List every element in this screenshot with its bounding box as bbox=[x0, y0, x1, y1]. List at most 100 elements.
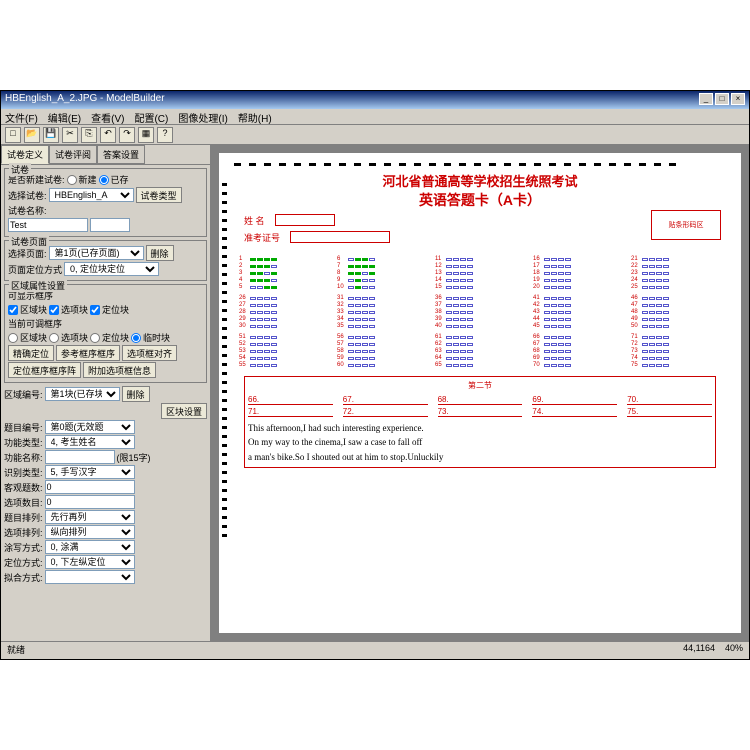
sheet-title: 河北省普通高等学校招生统照考试 bbox=[234, 171, 726, 190]
tool-undo-icon[interactable]: ↶ bbox=[100, 127, 116, 143]
select-q-arr[interactable]: 先行再列 bbox=[45, 510, 135, 524]
menu-config[interactable]: 配置(C) bbox=[134, 110, 168, 123]
exam-type-button[interactable]: 试卷类型 bbox=[136, 187, 182, 203]
rb-option[interactable] bbox=[49, 333, 59, 343]
menubar: 文件(F) 编辑(E) 查看(V) 配置(C) 图像处理(I) 帮助(H) bbox=[1, 109, 749, 125]
tool-fit-icon[interactable]: ▦ bbox=[138, 127, 154, 143]
tab-answer[interactable]: 答案设置 bbox=[97, 145, 145, 164]
group-page-title: 试卷页面 bbox=[9, 235, 49, 248]
tool-help-icon[interactable]: ? bbox=[157, 127, 173, 143]
sheet-subtitle: 英语答题卡（A卡） bbox=[234, 190, 726, 210]
label-select-exam: 选择试卷: bbox=[8, 189, 47, 202]
select-exam[interactable]: HBEnglish_A bbox=[49, 188, 134, 202]
select-smear[interactable]: 0, 涂满 bbox=[45, 540, 135, 554]
statusbar: 就绪 44,1164 40% bbox=[1, 641, 749, 657]
tool-cut-icon[interactable]: ✂ bbox=[62, 127, 78, 143]
tab-review[interactable]: 试卷评阅 bbox=[49, 145, 97, 164]
menu-file[interactable]: 文件(F) bbox=[5, 110, 38, 123]
preview-area[interactable]: 河北省普通高等学校招生统照考试 英语答题卡（A卡） 贴条形码区 姓 名 准考证号… bbox=[211, 145, 749, 641]
cb-region[interactable] bbox=[8, 305, 18, 315]
select-loc-mode[interactable]: 0, 下左纵定位 bbox=[45, 555, 135, 569]
label-opt-n: 选项数目: bbox=[4, 496, 43, 509]
label-smear: 涂写方式: bbox=[4, 541, 43, 554]
extra-option-button[interactable]: 附加选项框信息 bbox=[83, 362, 156, 378]
label-name: 姓 名 bbox=[244, 214, 265, 227]
select-block[interactable]: 第1块(已存块 bbox=[45, 387, 120, 401]
rb-locate[interactable] bbox=[90, 333, 100, 343]
essay-text: This afternoon,I had such interesting ex… bbox=[248, 421, 712, 464]
status-coords: 44,1164 bbox=[683, 643, 715, 653]
align-option-button[interactable]: 选项框对齐 bbox=[122, 345, 177, 361]
select-func-type[interactable]: 4, 考生姓名 bbox=[45, 435, 135, 449]
menu-help[interactable]: 帮助(H) bbox=[238, 110, 272, 123]
label-func-name: 功能名称: bbox=[4, 451, 43, 464]
tool-new-icon[interactable]: □ bbox=[5, 127, 21, 143]
minimize-button[interactable]: _ bbox=[699, 93, 713, 105]
label-page-locate: 页面定位方式 bbox=[8, 263, 62, 276]
label-obj-q: 客观题数: bbox=[4, 481, 43, 494]
menu-edit[interactable]: 编辑(E) bbox=[48, 110, 81, 123]
select-locate[interactable]: 0, 定位块定位 bbox=[64, 262, 159, 276]
precise-locate-button[interactable]: 精确定位 bbox=[8, 345, 54, 361]
cb-locate[interactable] bbox=[90, 305, 100, 315]
block-config-button[interactable]: 区块设置 bbox=[161, 403, 207, 419]
rb-temp[interactable] bbox=[131, 333, 141, 343]
timing-marks-left bbox=[222, 183, 227, 537]
cb-option[interactable] bbox=[49, 305, 59, 315]
window-title: HBEnglish_A_2.JPG - ModelBuilder bbox=[5, 93, 165, 107]
timing-marks-top bbox=[234, 163, 726, 166]
delete-page-button[interactable]: 删除 bbox=[146, 245, 174, 261]
radio-new[interactable] bbox=[67, 175, 77, 185]
rb-region[interactable] bbox=[8, 333, 18, 343]
group-region-title: 区域属性设置 bbox=[9, 279, 67, 292]
answer-sheet: 河北省普通高等学校招生统照考试 英语答题卡（A卡） 贴条形码区 姓 名 准考证号… bbox=[219, 153, 741, 633]
label-exam-no: 准考证号 bbox=[244, 231, 280, 244]
select-question[interactable]: 第0题(无效题 bbox=[45, 420, 135, 434]
examno-field bbox=[290, 231, 390, 243]
opt-n-input[interactable] bbox=[45, 495, 135, 509]
label-block-num: 区域编号: bbox=[4, 388, 43, 401]
close-button[interactable]: × bbox=[731, 93, 745, 105]
tool-save-icon[interactable]: 💾 bbox=[43, 127, 59, 143]
radio-saved[interactable] bbox=[99, 175, 109, 185]
exam-suffix-input[interactable] bbox=[90, 218, 130, 232]
group-exam-title: 试卷 bbox=[9, 163, 31, 176]
maximize-button[interactable]: □ bbox=[715, 93, 729, 105]
select-page[interactable]: 第1页(已存页面) bbox=[49, 246, 144, 260]
toolbar: □ 📂 💾 ✂ ⎘ ↶ ↷ ▦ ? bbox=[1, 125, 749, 145]
label-loc-mode: 定位方式: bbox=[4, 556, 43, 569]
obj-q-input[interactable] bbox=[45, 480, 135, 494]
locate-matrix-button[interactable]: 定位框序框序阵 bbox=[8, 362, 81, 378]
delete-block-button[interactable]: 删除 bbox=[122, 386, 150, 402]
status-ready: 就绪 bbox=[7, 643, 25, 656]
ref-frame-button[interactable]: 参考框序框序 bbox=[56, 345, 120, 361]
status-zoom: 40% bbox=[725, 643, 743, 653]
titlebar: HBEnglish_A_2.JPG - ModelBuilder _ □ × bbox=[1, 91, 749, 109]
select-opt-arr[interactable]: 纵向排列 bbox=[45, 525, 135, 539]
blank-numbers: 66.67.68.69.70.71.72.73.74.75. bbox=[248, 395, 712, 417]
label-exam-name: 试卷名称: bbox=[8, 204, 47, 217]
label-fit-mode: 拟合方式: bbox=[4, 571, 43, 584]
tab-define[interactable]: 试卷定义 bbox=[1, 145, 49, 164]
select-fit-mode[interactable] bbox=[45, 570, 135, 584]
menu-view[interactable]: 查看(V) bbox=[91, 110, 124, 123]
select-rec-type[interactable]: 5, 手写汉字 bbox=[45, 465, 135, 479]
exam-name-input[interactable] bbox=[8, 218, 88, 232]
barcode-area: 贴条形码区 bbox=[651, 210, 721, 240]
tool-open-icon[interactable]: 📂 bbox=[24, 127, 40, 143]
tool-redo-icon[interactable]: ↷ bbox=[119, 127, 135, 143]
bubble-grid: 1234567891011121314151617181920212223242… bbox=[239, 256, 721, 368]
label-opt-arr: 选项排列: bbox=[4, 526, 43, 539]
menu-image[interactable]: 图像处理(I) bbox=[178, 110, 227, 123]
tool-copy-icon[interactable]: ⎘ bbox=[81, 127, 97, 143]
window-buttons: _ □ × bbox=[699, 93, 745, 107]
label-q-num: 题目编号: bbox=[4, 421, 43, 434]
func-name-input[interactable] bbox=[45, 450, 115, 464]
essay-section: 第二节 66.67.68.69.70.71.72.73.74.75. This … bbox=[244, 376, 716, 468]
label-func-type: 功能类型: bbox=[4, 436, 43, 449]
label-select-page: 选择页面: bbox=[8, 247, 47, 260]
section2-title: 第二节 bbox=[248, 380, 712, 391]
left-panel: 试卷定义 试卷评阅 答案设置 试卷 是否新建试卷: 新建 已存 选择试卷: HB… bbox=[1, 145, 211, 641]
label-adjust-frame: 当前可调框序 bbox=[8, 317, 62, 330]
label-q-arr: 题目排列: bbox=[4, 511, 43, 524]
